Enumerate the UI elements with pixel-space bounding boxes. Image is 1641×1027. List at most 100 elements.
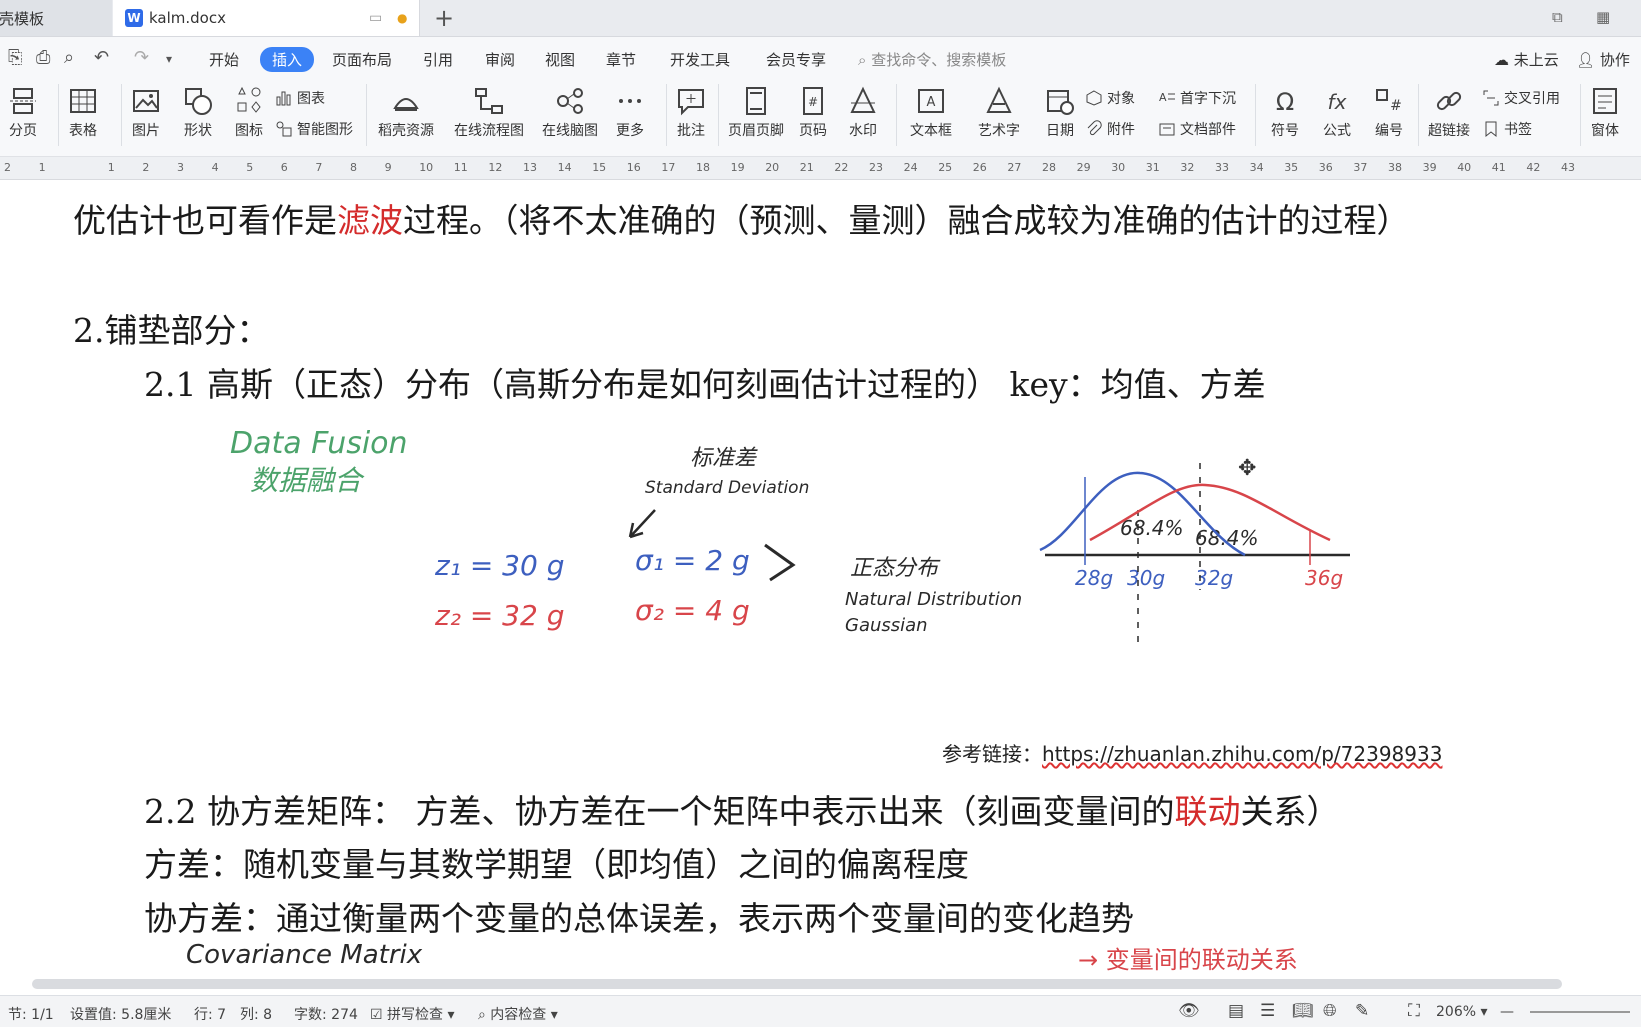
menu-view[interactable]: 视图 <box>545 49 575 70</box>
zoom-value: 206% <box>1436 1004 1477 1020</box>
smart-art-button[interactable]: 智能图形 <box>275 119 353 139</box>
hyperlink-button[interactable]: 超链接 <box>1428 86 1470 140</box>
formula-label: 公式 <box>1323 123 1351 139</box>
ruler-tick: 5 <box>246 161 254 174</box>
docer-resources-icon <box>393 98 419 111</box>
menu-references[interactable]: 引用 <box>423 49 453 70</box>
screen-icon[interactable]: ▭ <box>369 10 382 26</box>
subheading-2-1: 2.1 高斯（正态）分布（高斯分布是如何刻画估计过程的） key：均值、方差 <box>144 365 1266 404</box>
tab-docer-templates[interactable]: 稻壳模板 <box>0 0 112 36</box>
figure-tick-36: 36g <box>1305 566 1343 590</box>
menu-member[interactable]: 会员专享 <box>766 49 826 70</box>
watermark-button[interactable]: 水印 <box>848 86 878 140</box>
table-button[interactable]: 表格 <box>68 86 98 140</box>
handwritten-gaussian-figure: Data Fusion 数据融合 标准差 Standard Deviation … <box>230 426 1350 645</box>
file-menu-icon[interactable]: ⎘ <box>8 47 22 68</box>
content-check-button[interactable]: ⌕ 内容检查 ▾ <box>478 1004 558 1024</box>
horizontal-ruler[interactable]: 2 1 1 2 3 4 5 6 7 8 9 10 11 12 13 14 15 16 17 18 19 20 21 22 23 2… <box>0 157 1641 180</box>
formula-button[interactable]: fx 公式 <box>1322 86 1352 140</box>
page-break-button[interactable]: 分页 <box>8 86 38 140</box>
drop-cap-button[interactable]: A 首字下沉 <box>1158 88 1236 108</box>
ruler-tick: 3 <box>177 161 184 174</box>
more-button[interactable]: 更多 <box>615 86 645 140</box>
shape-icon <box>185 88 212 115</box>
web-view-icon[interactable]: 🌐︎ <box>1323 1001 1337 1021</box>
object-button[interactable]: 对象 <box>1085 88 1135 108</box>
more-label: 更多 <box>616 123 644 139</box>
menu-developer[interactable]: 开发工具 <box>670 49 730 70</box>
zoom-level[interactable]: 206% ▾ <box>1436 1004 1488 1020</box>
spell-check-button[interactable]: ☑ 拼写检查 ▾ <box>370 1004 455 1024</box>
print-icon[interactable]: ⎙ <box>36 47 50 68</box>
comment-label: 批注 <box>677 123 705 139</box>
zoom-slider[interactable] <box>1530 1011 1630 1013</box>
menu-section[interactable]: 章节 <box>606 49 636 70</box>
online-flowchart-button[interactable]: 在线流程图 <box>454 86 524 140</box>
online-mindmap-button[interactable]: 在线脑图 <box>542 86 598 140</box>
status-section: 节: 1/1 <box>8 1007 54 1023</box>
eye-protection-icon[interactable]: 👁︎ <box>1178 1001 1200 1021</box>
numbering-label: 编号 <box>1375 123 1403 139</box>
watermark-label: 水印 <box>849 123 877 139</box>
cross-reference-button[interactable]: 交叉引用 <box>1482 88 1560 108</box>
outline-view-icon[interactable]: ☰ <box>1260 1001 1275 1021</box>
status-setting[interactable]: 设置值: 5.8厘米 <box>70 1004 171 1024</box>
undo-icon[interactable]: ↶ <box>94 47 109 68</box>
textbox-icon: A <box>918 89 944 113</box>
reading-view-icon[interactable]: 📖︎ <box>1292 1001 1314 1021</box>
window-layout-icon[interactable]: ⧉ <box>1552 8 1574 26</box>
ruler-tick: 35 <box>1284 161 1299 174</box>
status-word-count[interactable]: 字数: 274 <box>294 1004 358 1024</box>
menu-page-layout[interactable]: 页面布局 <box>332 49 392 70</box>
docer-resources-button[interactable]: 稻壳资源 <box>378 86 434 140</box>
form-window-button[interactable]: 窗体 <box>1590 86 1620 140</box>
figure-fusion-cn: 数据融合 <box>250 464 365 497</box>
comment-button[interactable]: 批注 <box>676 86 706 140</box>
ruler-tick: 34 <box>1249 161 1264 174</box>
cloud-status-button[interactable]: ☁ 未上云 <box>1494 49 1559 70</box>
numbering-button[interactable]: # 编号 <box>1374 86 1404 140</box>
date-button[interactable]: 日期 <box>1045 86 1075 140</box>
symbol-button[interactable]: Ω 符号 <box>1270 86 1300 140</box>
ruler-tick: 9 <box>384 161 392 174</box>
page-view-icon[interactable]: ▤ <box>1228 1001 1244 1021</box>
wordart-button[interactable]: 艺术字 <box>978 86 1020 140</box>
textbox-button[interactable]: A 文本框 <box>910 86 952 140</box>
chart-button[interactable]: 图表 <box>275 88 325 108</box>
spell-check-label: 拼写检查 <box>387 1007 444 1023</box>
picture-button[interactable]: 图片 <box>131 86 161 140</box>
print-preview-icon[interactable]: ⌕ <box>64 47 74 68</box>
figure-linkage-red-text: → 变量间的联动关系 <box>1078 946 1298 974</box>
ruler-tick: 33 <box>1215 161 1229 174</box>
figure-z2: z₂ = 32 g <box>434 599 565 632</box>
tab-kalm-docx[interactable]: W kalm.docx ▭ ● <box>113 0 420 36</box>
doc-parts-button[interactable]: 文档部件 <box>1158 119 1236 139</box>
page-number-icon: # <box>803 87 823 115</box>
redo-icon[interactable]: ↷ <box>134 47 149 68</box>
figure-std-en: Standard Deviation <box>645 478 809 498</box>
new-tab-button[interactable]: + <box>434 4 454 32</box>
command-search[interactable]: ⌕ 查找命令、搜索模板 <box>858 49 1006 70</box>
menu-insert[interactable]: 插入 <box>260 47 315 72</box>
icon-button[interactable]: 图标 <box>234 86 264 140</box>
header-footer-button[interactable]: 页眉页脚 <box>728 86 784 140</box>
pen-icon[interactable]: ✎ <box>1355 1001 1369 1021</box>
apps-grid-icon[interactable]: ▦ <box>1596 8 1618 26</box>
shape-button[interactable]: 形状 <box>183 86 213 140</box>
menu-start[interactable]: 开始 <box>209 49 239 70</box>
ruler-tick: 43 <box>1561 161 1575 174</box>
cross-reference-icon <box>1483 90 1499 106</box>
reference-url-link[interactable]: https://zhuanlan.zhihu.com/p/72398933 <box>1042 742 1442 766</box>
page-number-button[interactable]: # 页码 <box>798 86 828 140</box>
attachment-button[interactable]: 附件 <box>1085 119 1135 139</box>
zoom-out-button[interactable]: — <box>1500 1004 1514 1020</box>
chevron-down-icon[interactable]: ▾ <box>166 52 172 66</box>
horizontal-scrollbar[interactable] <box>32 979 1562 989</box>
collaborate-button[interactable]: 👤︎ 协作 <box>1576 49 1630 70</box>
ruler-tick: 23 <box>869 161 883 174</box>
menu-review[interactable]: 审阅 <box>485 49 515 70</box>
ruler-tick: 12 <box>488 161 503 174</box>
h22-text-a: 2.2 协方差矩阵： 方差、协方差在一个矩阵中表示出来（刻画变量间的 <box>144 792 1175 831</box>
bookmark-button[interactable]: 书签 <box>1482 119 1532 139</box>
fit-page-icon[interactable]: ⛶ <box>1408 1001 1420 1021</box>
